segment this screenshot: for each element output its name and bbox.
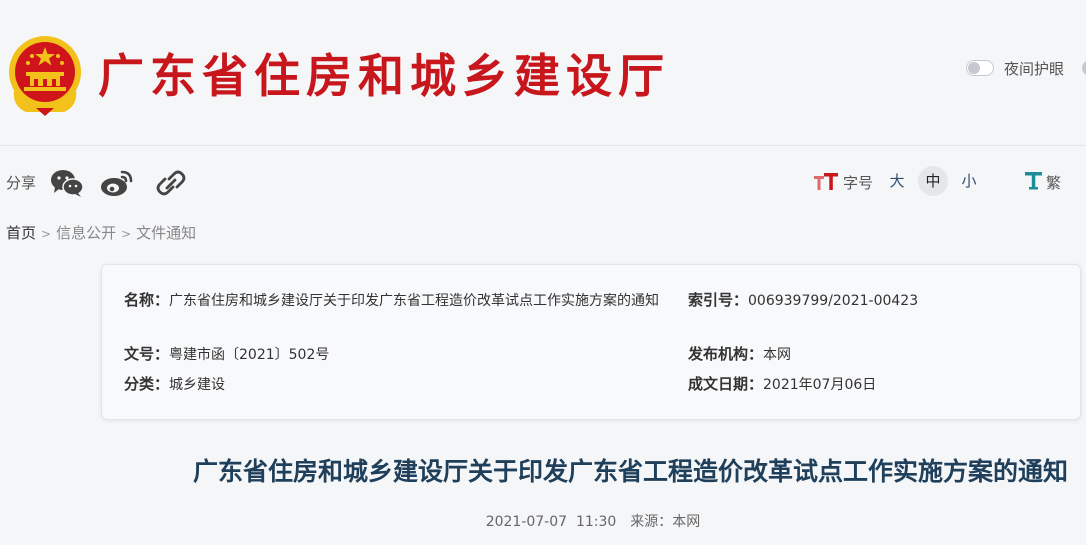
font-size-icon — [814, 171, 840, 193]
copy-link-icon[interactable] — [154, 168, 188, 198]
font-size-small-button[interactable]: 小 — [954, 166, 984, 196]
breadcrumb-file-notices[interactable]: 文件通知 — [136, 224, 196, 242]
info-category-key: 分类： — [124, 375, 170, 393]
info-name-row: 名称：广东省住房和城乡建设厅关于印发广东省工程造价改革试点工作实施方案的通知 — [124, 288, 664, 313]
info-index-row: 索引号：006939799/2021-00423 — [688, 288, 918, 313]
info-index-key: 索引号： — [688, 291, 749, 309]
article-datetime: 2021-07-07 11:30 — [485, 514, 617, 530]
weibo-icon[interactable] — [100, 168, 134, 198]
traditional-chinese-button[interactable]: 繁 — [1046, 172, 1061, 193]
font-size-large-button[interactable]: 大 — [882, 166, 912, 196]
breadcrumb-separator: > — [41, 227, 52, 241]
info-name-key: 名称： — [124, 291, 170, 309]
font-size-medium-button[interactable]: 中 — [918, 166, 948, 196]
info-docno-row: 文号：粤建市函〔2021〕502号 — [124, 342, 329, 367]
info-index-value: 006939799/2021-00423 — [748, 293, 919, 309]
info-date-row: 成文日期：2021年07月06日 — [688, 372, 876, 397]
info-name-value: 广东省住房和城乡建设厅关于印发广东省工程造价改革试点工作实施方案的通知 — [169, 293, 660, 309]
info-docno-key: 文号： — [124, 345, 170, 363]
info-org-row: 发布机构：本网 — [688, 342, 791, 367]
share-label: 分享 — [6, 174, 37, 192]
site-title: 广东省住房和城乡建设厅 — [98, 49, 670, 103]
breadcrumb-separator: > — [121, 227, 132, 241]
article-meta: 2021-07-07 11:30 来源：本网 — [0, 511, 1086, 531]
breadcrumb-info-disclosure[interactable]: 信息公开 — [56, 224, 116, 242]
night-mode-label[interactable]: 夜间护眼 — [1004, 58, 1064, 79]
header-divider — [0, 145, 1086, 146]
info-org-key: 发布机构： — [688, 345, 764, 363]
article-source: 来源：本网 — [630, 514, 701, 530]
info-category-row: 分类：城乡建设 — [124, 372, 225, 397]
national-emblem-logo — [6, 34, 84, 116]
info-org-value: 本网 — [763, 347, 792, 363]
breadcrumb: 首页 > 信息公开 > 文件通知 — [6, 222, 196, 243]
info-date-value: 2021年07月06日 — [763, 377, 877, 393]
font-size-label: 字号 — [843, 174, 874, 192]
night-mode-toggle[interactable] — [966, 60, 994, 76]
info-date-key: 成文日期： — [688, 375, 764, 393]
partial-toggle-icon[interactable] — [1082, 60, 1086, 76]
breadcrumb-home[interactable]: 首页 — [6, 224, 36, 242]
wechat-icon[interactable] — [50, 168, 84, 198]
article-title: 广东省住房和城乡建设厅关于印发广东省工程造价改革试点工作实施方案的通知 — [192, 457, 1068, 486]
info-category-value: 城乡建设 — [169, 377, 226, 393]
info-docno-value: 粤建市函〔2021〕502号 — [169, 347, 330, 363]
traditional-chinese-icon[interactable] — [1024, 170, 1044, 192]
document-info-card: 名称：广东省住房和城乡建设厅关于印发广东省工程造价改革试点工作实施方案的通知 索… — [101, 264, 1081, 420]
